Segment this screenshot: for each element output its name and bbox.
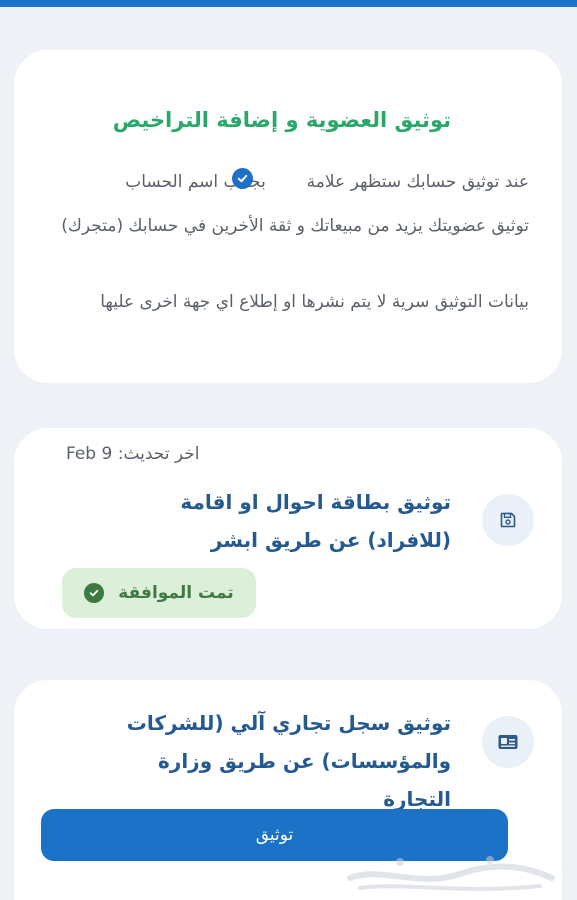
info-line-sales: توثيق عضويتك يزيد من مبيعاتك و ثقة الأخر… — [61, 216, 529, 236]
commercial-registration-title[interactable]: توثيق سجل تجاري آلي (للشركات والمؤسسات) … — [121, 704, 451, 818]
approved-status-text: تمت الموافقة — [118, 583, 234, 603]
info-line-badge-before: عند توثيق حسابك ستظهر علامة — [306, 172, 529, 192]
last-updated-value: Feb 9 — [66, 444, 113, 464]
check-circle-icon — [84, 583, 105, 603]
id-verification-title[interactable]: توثيق بطاقة احوال او اقامة (للافراد) عن … — [121, 483, 451, 559]
haraj-logo-watermark — [347, 856, 555, 891]
info-card-title: توثيق العضوية و إضافة التراخيص — [112, 108, 451, 132]
save-icon — [482, 494, 534, 546]
last-updated-label: Feb 9 اخر تحديث: — [66, 444, 200, 464]
id-card-icon — [482, 716, 534, 768]
info-line-badge: عند توثيق حسابك ستظهر علامة بجانب اسم ال… — [49, 165, 529, 199]
approved-status-badge: تمت الموافقة — [62, 568, 256, 618]
top-accent-bar — [0, 0, 577, 7]
last-updated-prefix: اخر تحديث: — [117, 444, 200, 464]
info-line-privacy: بيانات التوثيق سرية لا يتم نشرها او إطلا… — [100, 292, 529, 312]
verified-check-icon — [232, 168, 253, 189]
